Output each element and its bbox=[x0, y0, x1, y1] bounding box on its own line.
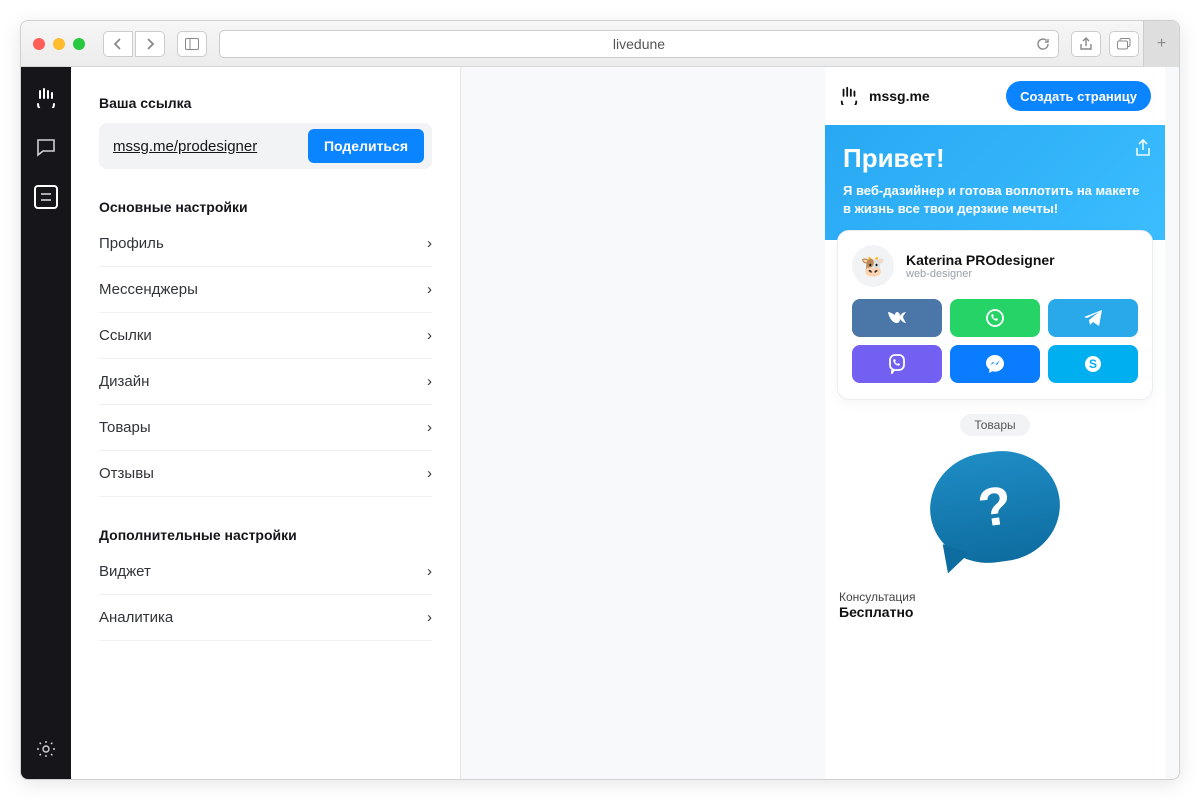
profile-role: web-designer bbox=[906, 268, 1055, 280]
canvas-gap bbox=[461, 67, 825, 779]
profile-name: Katerina PROdesigner bbox=[906, 252, 1055, 268]
minimize-window-icon[interactable] bbox=[53, 38, 65, 50]
page-link[interactable]: mssg.me/prodesigner bbox=[113, 138, 308, 155]
chevron-right-icon: › bbox=[427, 563, 432, 580]
link-row: mssg.me/prodesigner Поделиться bbox=[99, 123, 432, 169]
menu-item-design[interactable]: Дизайн › bbox=[99, 359, 432, 405]
chevron-right-icon: › bbox=[427, 235, 432, 252]
settings-panel: Ваша ссылка mssg.me/prodesigner Поделить… bbox=[71, 67, 461, 779]
menu-label: Профиль bbox=[99, 235, 164, 252]
chevron-right-icon: › bbox=[427, 465, 432, 482]
gear-icon[interactable] bbox=[34, 737, 58, 761]
browser-titlebar: livedune + bbox=[21, 21, 1179, 67]
browser-window: livedune + bbox=[20, 20, 1180, 780]
profile-card: 🐮 Katerina PROdesigner web-designer S bbox=[837, 230, 1153, 400]
app-body: Ваша ссылка mssg.me/prodesigner Поделить… bbox=[21, 67, 1179, 779]
hero-title: Привет! bbox=[843, 143, 1147, 174]
traffic-lights bbox=[33, 38, 85, 50]
skype-button[interactable]: S bbox=[1048, 345, 1138, 383]
forward-button[interactable] bbox=[135, 31, 165, 57]
chevron-right-icon: › bbox=[427, 281, 432, 298]
menu-label: Аналитика bbox=[99, 609, 173, 626]
chevron-right-icon: › bbox=[427, 327, 432, 344]
telegram-button[interactable] bbox=[1048, 299, 1138, 337]
tabs-button[interactable] bbox=[1109, 31, 1139, 57]
menu-item-profile[interactable]: Профиль › bbox=[99, 221, 432, 267]
product-image: ? bbox=[839, 446, 1151, 582]
main-settings-heading: Основные настройки bbox=[99, 199, 432, 215]
mobile-preview: mssg.me Создать страницу Привет! Я веб-д… bbox=[825, 67, 1165, 779]
app-sidebar bbox=[21, 67, 71, 779]
menu-item-widget[interactable]: Виджет › bbox=[99, 549, 432, 595]
back-button[interactable] bbox=[103, 31, 133, 57]
menu-label: Мессенджеры bbox=[99, 281, 198, 298]
sidebar-toggle-button[interactable] bbox=[177, 31, 207, 57]
chat-icon[interactable] bbox=[34, 135, 58, 159]
product-label: Консультация bbox=[839, 590, 1151, 604]
products-pill[interactable]: Товары bbox=[960, 414, 1029, 436]
menu-label: Виджет bbox=[99, 563, 151, 580]
menu-label: Товары bbox=[99, 419, 151, 436]
chevron-right-icon: › bbox=[427, 419, 432, 436]
create-page-button[interactable]: Создать страницу bbox=[1006, 81, 1151, 111]
url-bar[interactable]: livedune bbox=[219, 30, 1059, 58]
product-card[interactable]: ? Консультация Бесплатно bbox=[825, 446, 1165, 634]
chevron-right-icon: › bbox=[427, 609, 432, 626]
page-editor-icon[interactable] bbox=[34, 185, 58, 209]
profile-row: 🐮 Katerina PROdesigner web-designer bbox=[852, 245, 1138, 287]
whatsapp-button[interactable] bbox=[950, 299, 1040, 337]
reload-icon[interactable] bbox=[1036, 37, 1050, 51]
your-link-label: Ваша ссылка bbox=[99, 95, 432, 111]
menu-label: Ссылки bbox=[99, 327, 152, 344]
brand-name: mssg.me bbox=[869, 88, 998, 104]
hero-banner: Привет! Я веб-дазийнер и готова воплотит… bbox=[825, 125, 1165, 240]
nav-back-forward bbox=[103, 31, 165, 57]
share-link-button[interactable]: Поделиться bbox=[308, 129, 424, 163]
url-text: livedune bbox=[613, 36, 665, 52]
titlebar-right-buttons bbox=[1071, 31, 1139, 57]
product-price: Бесплатно bbox=[839, 604, 1151, 620]
avatar: 🐮 bbox=[852, 245, 894, 287]
mssg-logo-small-icon bbox=[839, 85, 861, 107]
extra-settings-heading: Дополнительные настройки bbox=[99, 527, 432, 543]
menu-label: Дизайн bbox=[99, 373, 149, 390]
menu-item-analytics[interactable]: Аналитика › bbox=[99, 595, 432, 641]
menu-item-reviews[interactable]: Отзывы › bbox=[99, 451, 432, 497]
vk-button[interactable] bbox=[852, 299, 942, 337]
social-buttons: S bbox=[852, 299, 1138, 383]
preview-header: mssg.me Создать страницу bbox=[825, 67, 1165, 125]
hero-text: Я веб-дазийнер и готова воплотить на мак… bbox=[843, 182, 1147, 218]
viber-button[interactable] bbox=[852, 345, 942, 383]
mssg-logo-icon[interactable] bbox=[34, 85, 58, 109]
menu-item-messengers[interactable]: Мессенджеры › bbox=[99, 267, 432, 313]
share-button[interactable] bbox=[1071, 31, 1101, 57]
maximize-window-icon[interactable] bbox=[73, 38, 85, 50]
messenger-button[interactable] bbox=[950, 345, 1040, 383]
close-window-icon[interactable] bbox=[33, 38, 45, 50]
new-tab-button[interactable]: + bbox=[1143, 21, 1179, 67]
share-page-icon[interactable] bbox=[1135, 139, 1151, 157]
chevron-right-icon: › bbox=[427, 373, 432, 390]
svg-text:S: S bbox=[1089, 357, 1097, 371]
menu-item-products[interactable]: Товары › bbox=[99, 405, 432, 451]
menu-label: Отзывы bbox=[99, 465, 154, 482]
menu-item-links[interactable]: Ссылки › bbox=[99, 313, 432, 359]
